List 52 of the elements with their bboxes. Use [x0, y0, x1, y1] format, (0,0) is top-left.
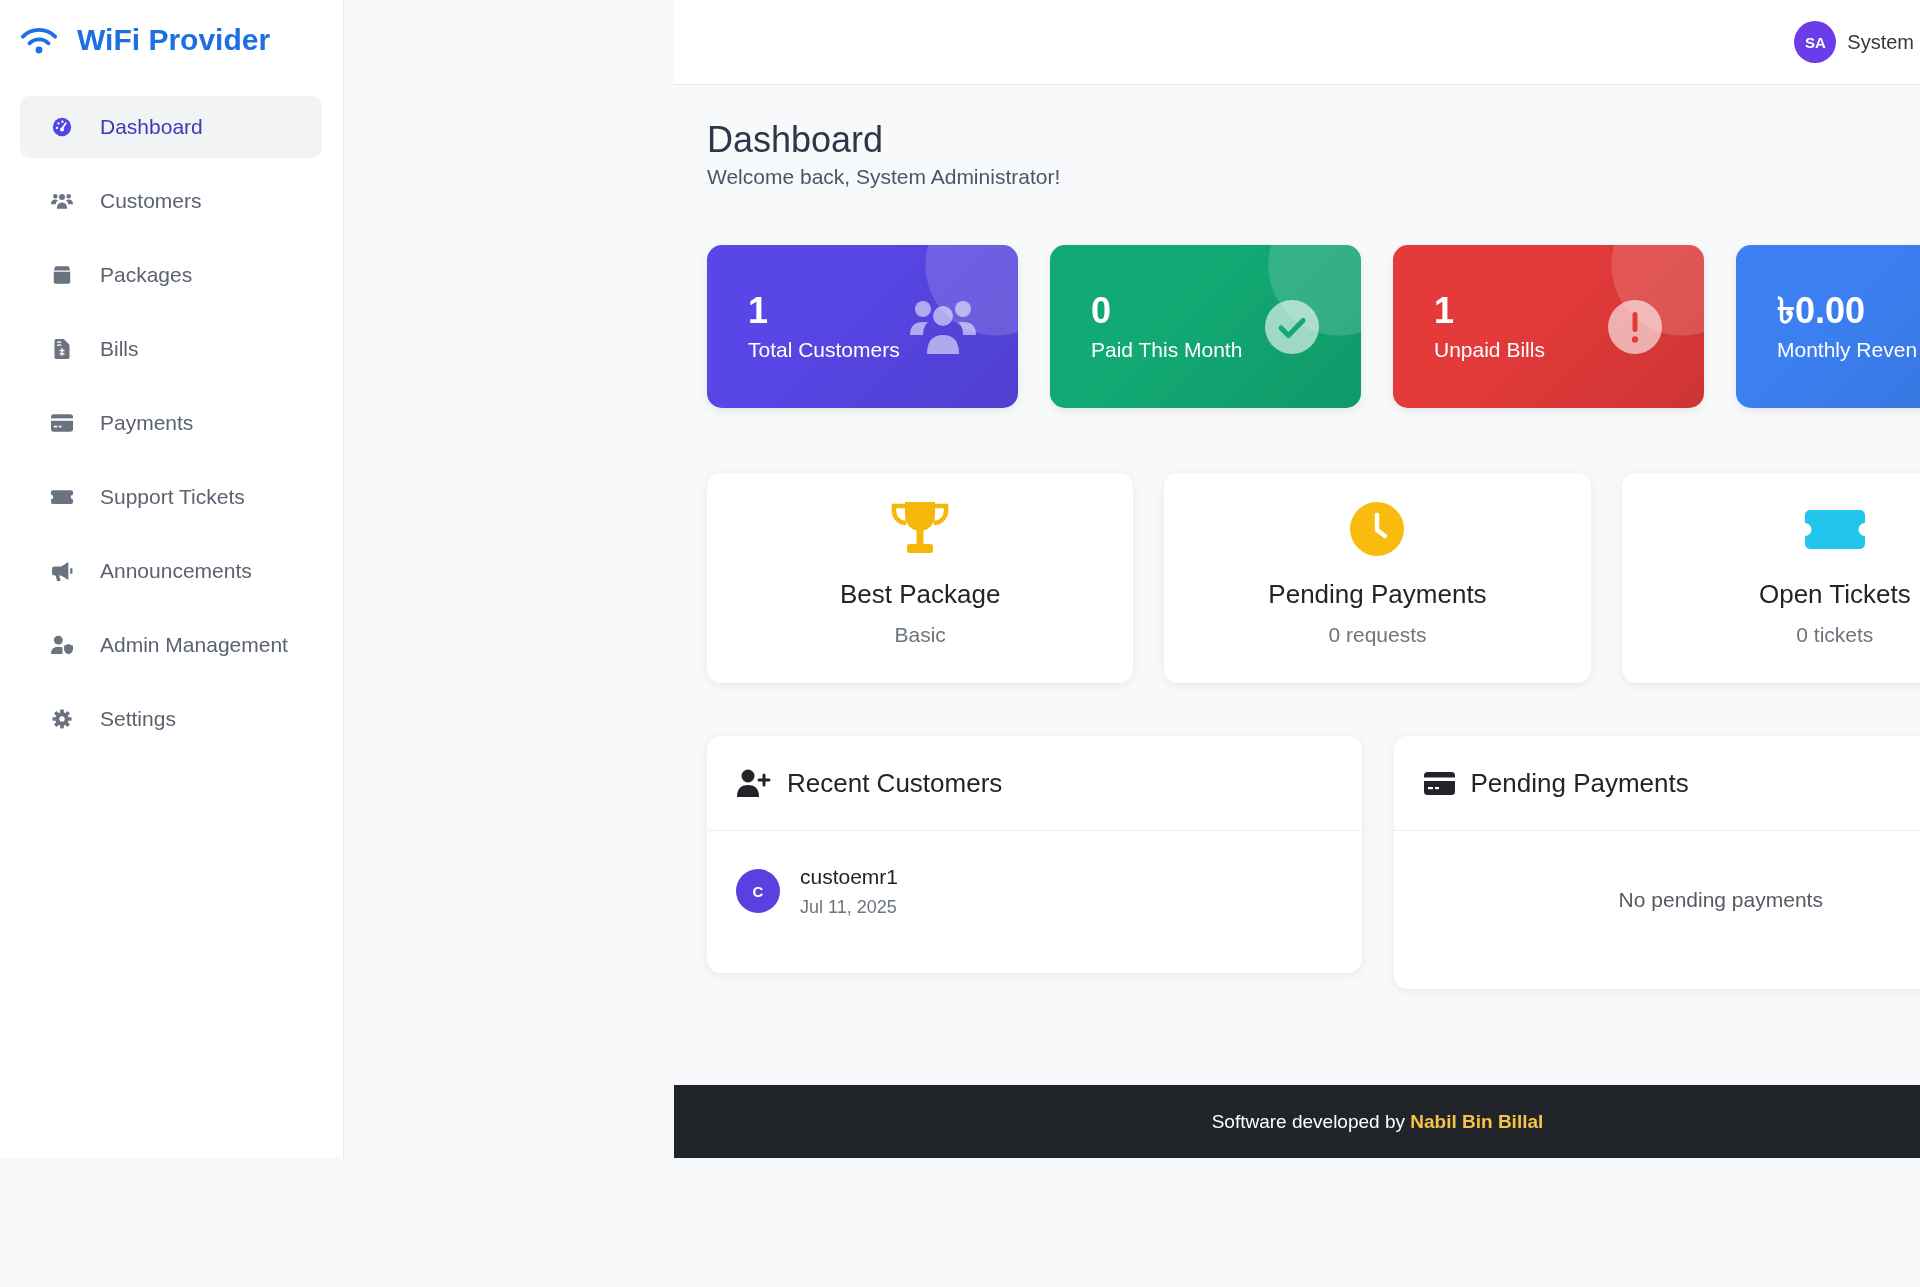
footer-text: Software developed by Nabil Bin Billal — [1211, 1110, 1544, 1133]
info-card-title: Open Tickets — [1758, 579, 1911, 609]
page-title: Dashboard — [707, 118, 885, 161]
settings-icon — [51, 709, 73, 729]
wifi-icon — [20, 26, 58, 54]
info-card-value: 0 tickets — [1796, 623, 1874, 647]
sidebar-item[interactable]: Payments — [20, 392, 322, 454]
panel-title: Pending Payments — [1470, 767, 1689, 799]
sidebar-item[interactable]: Announcements — [20, 540, 322, 602]
ticket-icon — [1804, 509, 1865, 549]
customer-name: custoemr1 — [800, 864, 899, 890]
customer-date: Jul 11, 2025 — [800, 896, 898, 918]
info-card-value: 0 requests — [1328, 623, 1427, 647]
stat-value: 1 — [1434, 291, 1456, 331]
stat-value: 1 — [748, 291, 770, 331]
customer-avatar: C — [736, 869, 780, 913]
sidebar-item[interactable]: Bills — [20, 318, 322, 380]
info-card-value: Basic — [894, 623, 946, 647]
sidebar-item[interactable]: Packages — [20, 244, 322, 306]
box-icon — [51, 265, 73, 285]
credit-card-icon — [1423, 771, 1455, 795]
brand-name: WiFi Provider — [77, 23, 271, 57]
ticket-icon — [51, 487, 73, 507]
users-icon — [51, 191, 73, 211]
page-subtitle: Welcome back, System Administrator! — [707, 164, 1062, 189]
stat-label: Unpaid Bills — [1434, 337, 1545, 362]
users-icon — [910, 299, 976, 354]
clock-icon — [1350, 502, 1405, 556]
stat-value: 0 — [1091, 291, 1113, 331]
empty-message: No pending payments — [1618, 888, 1823, 911]
sidebar-item[interactable]: Support Tickets — [20, 466, 322, 528]
credit-card-icon — [51, 413, 73, 433]
stat-label: Monthly Reven — [1777, 337, 1918, 362]
megaphone-icon — [51, 561, 73, 581]
stat-value: ৳0.00 — [1777, 291, 1867, 331]
sidebar-item[interactable]: Settings — [20, 688, 322, 750]
info-card-title: Pending Payments — [1268, 579, 1487, 609]
trophy-icon — [890, 502, 951, 556]
exclamation-circle-icon — [1608, 299, 1662, 354]
sidebar-item[interactable]: Dashboard — [20, 96, 322, 158]
check-circle-icon — [1265, 299, 1319, 354]
info-card-title: Best Package — [839, 579, 1001, 609]
sidebar-item[interactable]: Admin Management — [20, 614, 322, 676]
user-plus-icon — [737, 769, 771, 797]
stat-label: Total Customers — [748, 337, 900, 362]
panel-title: Recent Customers — [787, 767, 1003, 799]
stat-label: Paid This Month — [1091, 337, 1243, 362]
user-name[interactable]: System — [1847, 30, 1914, 54]
user-shield-icon — [51, 635, 73, 655]
user-avatar[interactable]: SA — [1794, 21, 1837, 63]
sidebar-item[interactable]: Customers — [20, 170, 322, 232]
gauge-icon — [51, 117, 73, 137]
